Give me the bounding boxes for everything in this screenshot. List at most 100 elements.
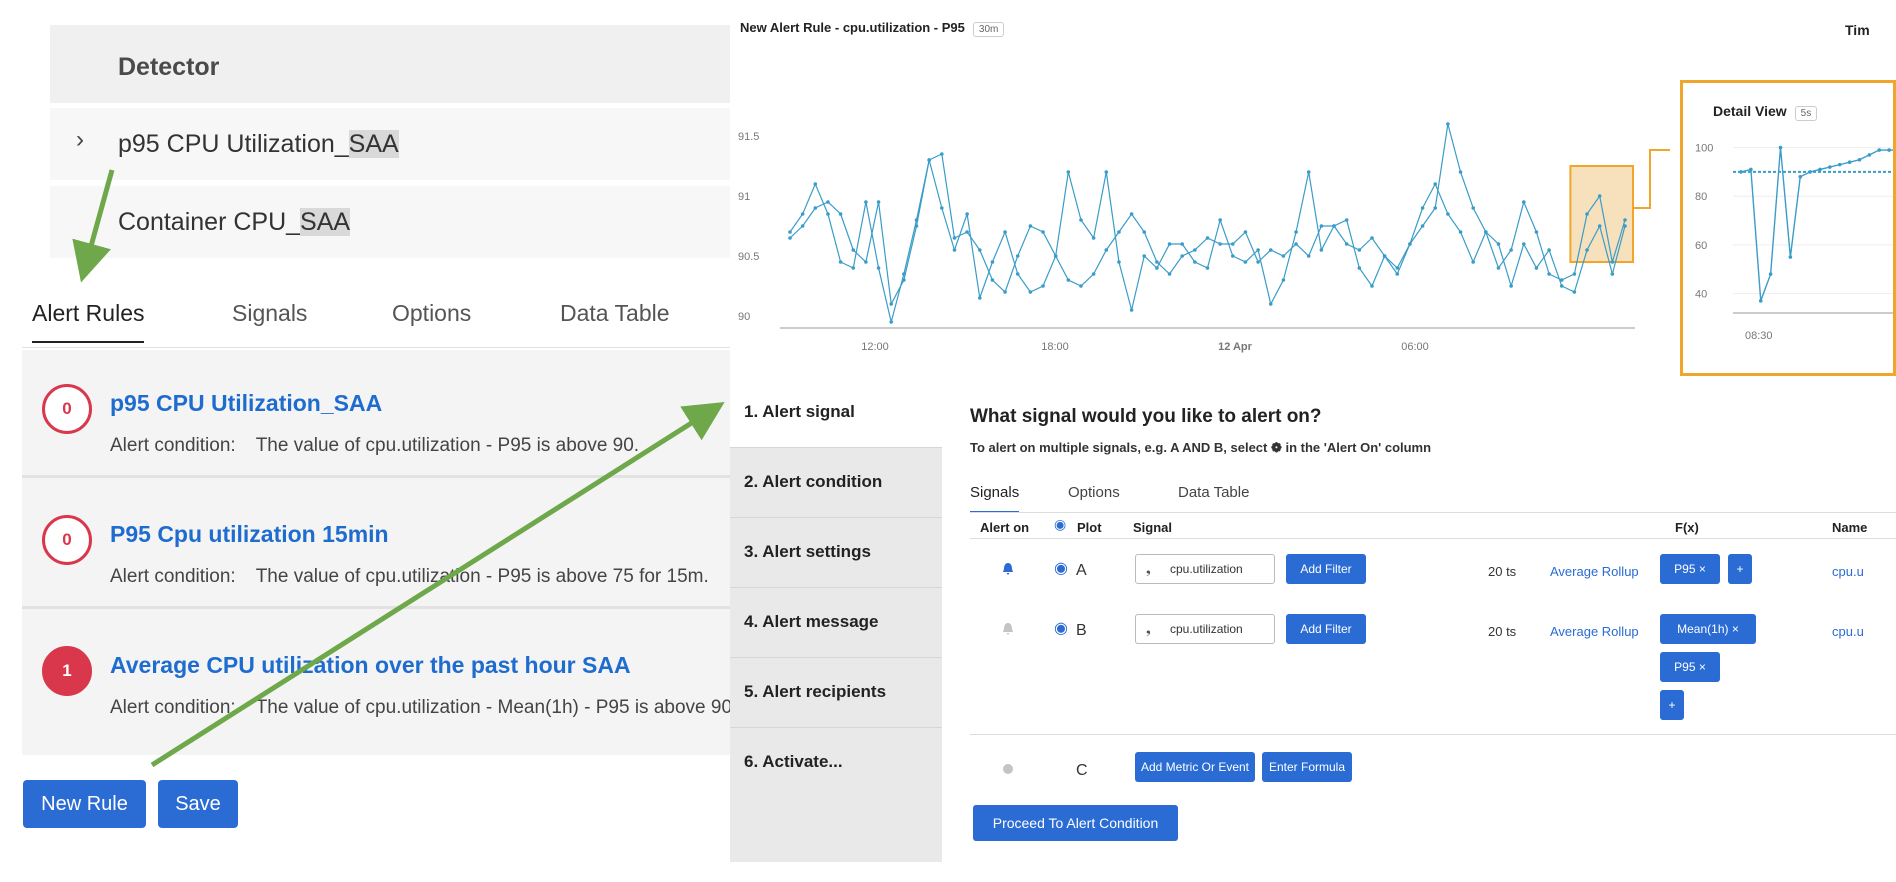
detail-range-chip[interactable]: 5s	[1794, 106, 1818, 121]
col-plot: Plot	[1077, 520, 1102, 535]
data-point	[864, 260, 868, 264]
eye-icon[interactable]: ◉	[1054, 516, 1066, 533]
data-point	[1382, 254, 1387, 258]
step-alert-message[interactable]: 4. Alert message	[730, 588, 942, 658]
signal-input[interactable]: ❟ cpu.utilization	[1135, 554, 1275, 584]
rollup-link[interactable]: Average Rollup	[1550, 624, 1639, 639]
signal-input[interactable]: ❟ cpu.utilization	[1135, 614, 1275, 644]
rollup-link[interactable]: Average Rollup	[1550, 564, 1639, 579]
data-point	[902, 278, 906, 282]
data-point	[1231, 254, 1235, 258]
add-fx-button[interactable]: +	[1660, 690, 1684, 720]
main-chart[interactable]: 90 90.5 91 91.5 12:00 18:00 12 Apr 06:00	[730, 60, 1670, 378]
fx-chip[interactable]: P95 ×	[1660, 652, 1720, 682]
data-point	[889, 320, 894, 324]
add-filter-button[interactable]: Add Filter	[1286, 614, 1366, 644]
tab-signals[interactable]: Signals	[232, 300, 307, 327]
multi-alert-icon[interactable]	[1001, 762, 1015, 776]
data-point	[1484, 230, 1488, 234]
data-point	[1091, 272, 1096, 276]
signal-name[interactable]: cpu.u	[1832, 564, 1864, 579]
alert-rule-title[interactable]: Average CPU utilization over the past ho…	[110, 652, 631, 679]
data-point	[1547, 272, 1551, 276]
add-filter-button[interactable]: Add Filter	[1286, 554, 1366, 584]
data-point	[977, 296, 982, 300]
wizard-tab-options[interactable]: Options	[1068, 484, 1120, 501]
data-point	[1003, 230, 1007, 234]
data-point	[1243, 260, 1248, 264]
data-point	[1319, 224, 1324, 228]
data-point	[1837, 162, 1842, 167]
alert-rule-title[interactable]: p95 CPU Utilization_SAA	[110, 390, 382, 417]
data-point	[1129, 212, 1134, 216]
data-point	[1877, 148, 1882, 152]
data-point	[1167, 242, 1172, 246]
data-point	[914, 224, 919, 228]
tab-data-table[interactable]: Data Table	[560, 300, 670, 327]
data-point	[1142, 254, 1147, 258]
data-point	[1180, 254, 1184, 258]
step-alert-recipients[interactable]: 5. Alert recipients	[730, 658, 942, 728]
timeseries-count: 20 ts	[1488, 564, 1517, 579]
data-point	[1395, 272, 1400, 276]
bell-icon[interactable]	[1001, 562, 1015, 576]
data-point	[1768, 272, 1773, 276]
fx-chip[interactable]: Mean(1h) ×	[1660, 614, 1756, 644]
alert-condition: Alert condition: The value of cpu.utiliza…	[110, 697, 730, 718]
wizard-tab-signals[interactable]: Signals	[970, 484, 1020, 513]
data-point	[965, 212, 969, 216]
data-point	[838, 212, 843, 216]
data-point	[1509, 248, 1513, 252]
data-point	[1281, 278, 1286, 282]
data-point	[990, 278, 995, 282]
tab-alert-rules[interactable]: Alert Rules	[32, 300, 145, 343]
chevron-right-icon[interactable]: ›	[76, 126, 84, 154]
enter-formula-button[interactable]: Enter Formula	[1262, 752, 1352, 782]
detector-item-container[interactable]: Container CPU_SAA	[50, 186, 730, 258]
data-point	[1446, 122, 1450, 126]
data-point	[1808, 170, 1812, 174]
data-point	[1256, 260, 1260, 264]
alert-rule[interactable]: 0 p95 CPU Utilization_SAA Alert conditio…	[22, 350, 730, 478]
proceed-button[interactable]: Proceed To Alert Condition	[973, 805, 1178, 841]
detector-item-p95[interactable]: › p95 CPU Utilization_SAA	[50, 108, 730, 180]
bell-icon[interactable]	[1001, 622, 1015, 636]
data-point	[1344, 242, 1349, 246]
eye-icon[interactable]: ◉	[1054, 618, 1068, 638]
new-rule-button[interactable]: New Rule	[23, 780, 146, 828]
tab-options[interactable]: Options	[392, 300, 471, 327]
data-point	[1041, 284, 1045, 288]
step-alert-settings[interactable]: 3. Alert settings	[730, 518, 942, 588]
step-activate[interactable]: 6. Activate...	[730, 728, 942, 798]
data-point	[1597, 224, 1602, 228]
time-label[interactable]: Tim	[1845, 22, 1870, 38]
alert-rule[interactable]: 1 Average CPU utilization over the past …	[22, 612, 730, 740]
time-range-chip[interactable]: 30m	[972, 22, 1005, 37]
detail-chart[interactable]: 40 60 80 100 08:30	[1683, 123, 1896, 376]
timeseries-count: 20 ts	[1488, 624, 1517, 639]
signal-name[interactable]: cpu.u	[1832, 624, 1864, 639]
data-point	[1344, 218, 1349, 222]
data-point	[788, 236, 792, 240]
eye-icon[interactable]: ◉	[1054, 558, 1068, 578]
step-alert-signal[interactable]: 1. Alert signal	[730, 378, 942, 448]
save-button[interactable]: Save	[158, 780, 238, 828]
data-point	[1867, 153, 1872, 157]
series-line	[789, 123, 1626, 323]
step-alert-condition[interactable]: 2. Alert condition	[730, 448, 942, 518]
alert-rules-list: 0 p95 CPU Utilization_SAA Alert conditio…	[22, 350, 730, 755]
add-metric-button[interactable]: Add Metric Or Event	[1135, 752, 1255, 782]
alert-condition: Alert condition: The value of cpu.utiliza…	[110, 566, 709, 587]
alert-rule[interactable]: 0 P95 Cpu utilization 15min Alert condit…	[22, 481, 730, 609]
data-point	[977, 248, 982, 252]
wizard-tab-data-table[interactable]: Data Table	[1178, 484, 1249, 501]
add-fx-button[interactable]: +	[1728, 554, 1752, 584]
data-point	[1749, 167, 1753, 172]
data-point	[1623, 224, 1627, 228]
alert-rule-title[interactable]: P95 Cpu utilization 15min	[110, 521, 389, 548]
fx-chip[interactable]: P95 ×	[1660, 554, 1720, 584]
data-point	[1129, 308, 1134, 312]
series-line	[1740, 147, 1893, 302]
data-point	[1332, 224, 1336, 228]
data-point	[1357, 266, 1362, 270]
